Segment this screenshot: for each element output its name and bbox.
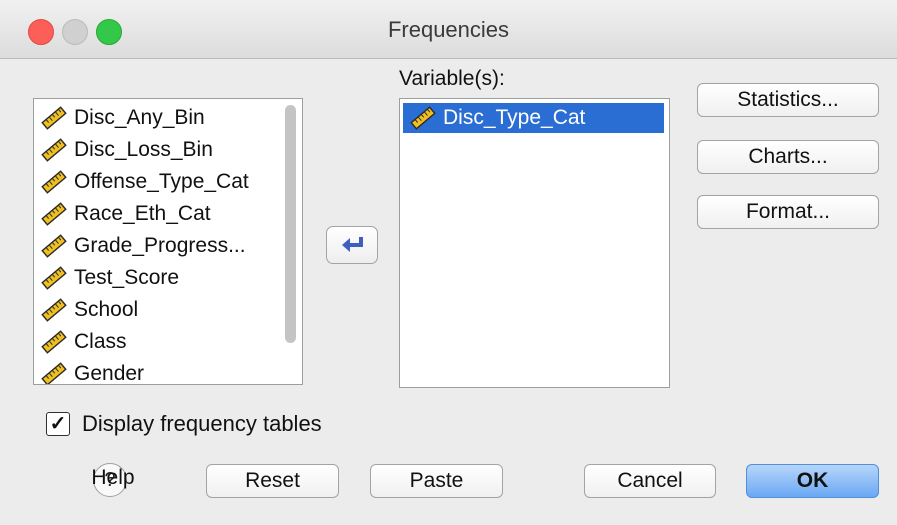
variables-list-item[interactable]: Disc_Type_Cat [403, 103, 664, 133]
format-button[interactable]: Format... [697, 195, 879, 229]
source-variable-list[interactable]: Disc_Any_Bin Disc_Loss_Bin Offense_Type_… [33, 98, 303, 385]
ruler-pencil-icon [41, 362, 67, 384]
source-list-item-label: Gender [74, 362, 145, 385]
cancel-button[interactable]: Cancel [584, 464, 716, 498]
variables-label: Variable(s): [399, 67, 505, 90]
source-list-item[interactable]: Gender [40, 359, 145, 385]
source-list-scrollbar[interactable] [285, 105, 296, 343]
source-list-item-label: School [74, 298, 139, 321]
source-list-item[interactable]: Disc_Loss_Bin [40, 135, 213, 165]
source-list-item-label: Class [74, 330, 127, 353]
source-list-item-label: Race_Eth_Cat [74, 202, 211, 225]
ruler-pencil-icon [41, 298, 67, 322]
ruler-pencil-icon [41, 202, 67, 226]
source-list-item-label: Grade_Progress... [74, 234, 246, 257]
ruler-pencil-icon [41, 234, 67, 258]
paste-button[interactable]: Paste [370, 464, 503, 498]
source-list-item[interactable]: Offense_Type_Cat [40, 167, 249, 197]
source-list-item-label: Disc_Loss_Bin [74, 138, 213, 161]
ok-button[interactable]: OK [746, 464, 879, 498]
source-list-item-label: Test_Score [74, 266, 180, 289]
source-list-item-label: Disc_Any_Bin [74, 106, 205, 129]
source-list-item-label: Offense_Type_Cat [74, 170, 249, 193]
ruler-pencil-icon [41, 106, 67, 130]
source-list-item[interactable]: Grade_Progress... [40, 231, 246, 261]
statistics-button[interactable]: Statistics... [697, 83, 879, 117]
checkbox-checked-icon[interactable]: ✓ [46, 412, 70, 436]
source-list-item[interactable]: Disc_Any_Bin [40, 103, 205, 133]
ruler-pencil-icon [41, 138, 67, 162]
ruler-pencil-icon [41, 170, 67, 194]
checkbox-label: Display frequency tables [82, 411, 322, 436]
display-frequency-tables-checkbox[interactable]: ✓ Display frequency tables [46, 408, 322, 440]
source-list-item[interactable]: Test_Score [40, 263, 179, 293]
help-button[interactable]: ? Help [82, 462, 144, 500]
source-list-item[interactable]: Race_Eth_Cat [40, 199, 211, 229]
variables-list-item-label: Disc_Type_Cat [443, 106, 586, 129]
source-list-item[interactable]: Class [40, 327, 127, 357]
ruler-pencil-icon [410, 106, 436, 130]
ruler-pencil-icon [41, 330, 67, 354]
variables-list[interactable]: Disc_Type_Cat [399, 98, 670, 388]
charts-button[interactable]: Charts... [697, 140, 879, 174]
help-label: Help [91, 466, 135, 489]
window-title: Frequencies [387, 17, 510, 42]
move-variable-button[interactable] [326, 226, 378, 264]
reset-button[interactable]: Reset [206, 464, 339, 498]
arrow-left-icon [342, 237, 363, 252]
title-bar: Frequencies [0, 0, 897, 59]
ruler-pencil-icon [41, 266, 67, 290]
source-list-item[interactable]: School [40, 295, 138, 325]
